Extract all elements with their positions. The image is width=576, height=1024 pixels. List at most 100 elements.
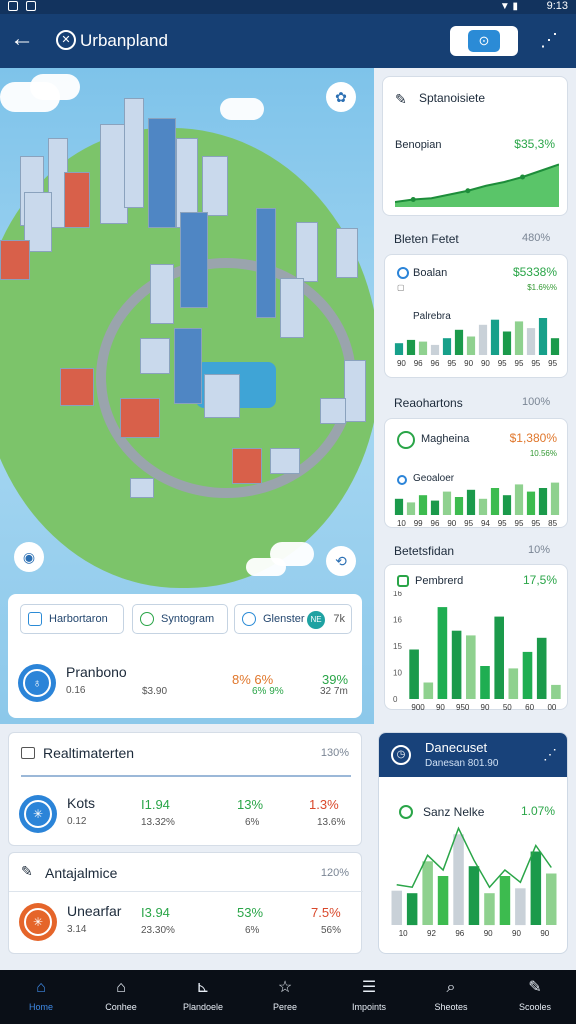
overview-card[interactable]: ✎ Sptanoisiete Benopian $35,3% — [382, 76, 568, 216]
chip-harbor[interactable]: Harbortaron — [20, 604, 124, 634]
building — [148, 118, 176, 228]
bar — [480, 666, 490, 699]
bar — [422, 861, 433, 925]
list-card-2[interactable]: ✎ Antajalmice 120% ✳ Unearfar 3.14 I3.94… — [8, 852, 363, 954]
metric-sub: 13.6% — [317, 817, 346, 828]
compass-icon[interactable]: ✿ — [326, 82, 356, 112]
chip-syntogram[interactable]: Syntogram — [132, 604, 228, 634]
building — [174, 328, 202, 404]
star-icon: ☆ — [277, 979, 293, 996]
promo-subtitle: Danesan 801.90 — [425, 758, 499, 769]
building — [296, 222, 318, 282]
list-card-1[interactable]: Realtimaterten 130% ✳ Kots 0.12 I1.94 13… — [8, 732, 362, 846]
info-icon — [397, 267, 409, 279]
x-tick-label: 00 — [547, 703, 556, 711]
bar — [423, 682, 434, 699]
nav-conhee[interactable]: ⌂ Conhee — [80, 970, 162, 1024]
bar-chart: 90 96 96 95 90 90 95 95 95 95 — [394, 318, 560, 367]
device-button[interactable]: ⊙ — [450, 26, 518, 56]
section-title: Reaohartons — [394, 396, 463, 410]
row-sub: 0.12 — [67, 816, 87, 827]
metric-label: Boalan — [413, 267, 448, 279]
x-tick-label: 95 — [531, 519, 540, 527]
nav-peree[interactable]: ☆ Peree — [244, 970, 326, 1024]
x-tick-label: 96 — [431, 359, 440, 367]
metric-label: Sanz Nelke — [423, 805, 485, 819]
nav-scooles[interactable]: ✎ Scooles — [494, 970, 576, 1024]
bar — [502, 331, 512, 355]
building — [60, 368, 94, 406]
cloud — [246, 558, 286, 576]
chip-label: Glenster — [263, 613, 305, 625]
x-tick-label: 95 — [498, 359, 507, 367]
bar — [406, 893, 418, 926]
nav-sheotes[interactable]: ⌕ Sheotes — [410, 970, 492, 1024]
data-point — [520, 174, 526, 180]
metric-sub: 23.30% — [141, 925, 175, 936]
status-bar: ▼ ▮ 9:13 — [0, 0, 576, 14]
bar — [490, 488, 500, 515]
promo-title: Danecuset — [425, 740, 488, 755]
row-sub: 3.14 — [67, 924, 87, 935]
map-icon — [28, 612, 42, 626]
bar — [430, 500, 440, 515]
clock: 9:13 — [546, 0, 568, 12]
divider — [21, 775, 351, 777]
y-tick-label: 0 — [393, 695, 398, 704]
map-overlay-panel: Harbortaron Syntogram Glenster NE 7k ♁ P… — [8, 594, 362, 718]
signal-icon: ▼ ▮ — [499, 1, 518, 12]
document-icon: ☰ — [361, 979, 377, 996]
summary-row[interactable]: ♁ Pranbono 0.16 8% 6% $3.90 6% 9% 39% 32… — [8, 656, 362, 712]
building — [204, 374, 240, 418]
wheel-icon: ✳ — [19, 903, 57, 941]
nav-impoints[interactable]: ☰ Impoints — [328, 970, 410, 1024]
app-bar: ← ✕ Urbanpland ⊙ ⋰ — [0, 14, 576, 68]
x-tick-label: 60 — [525, 703, 534, 711]
back-arrow-icon[interactable]: ← — [10, 26, 34, 52]
bell-icon — [21, 747, 35, 759]
bar — [437, 607, 448, 699]
bike-icon: ♁ — [18, 664, 56, 702]
area-fill — [395, 164, 559, 207]
edit-icon: ✎ — [528, 979, 542, 996]
metric-value: $5338% — [512, 265, 557, 279]
list-row[interactable]: ✳ Unearfar 3.14 I3.94 23.30% 53% 6% 7.5%… — [9, 895, 361, 951]
clock-icon — [140, 612, 154, 626]
building — [232, 448, 262, 484]
share-icon[interactable]: ⋰ — [540, 30, 558, 51]
nav-label: Home — [28, 1002, 53, 1012]
x-tick-label: 50 — [503, 703, 512, 711]
location-pin-icon[interactable]: ◉ — [14, 542, 44, 572]
target-icon — [242, 612, 256, 626]
chip-glenster[interactable]: Glenster NE 7k — [234, 604, 352, 634]
building — [130, 478, 154, 498]
share-icon[interactable]: ⋰ — [543, 746, 557, 763]
bar — [499, 876, 511, 925]
x-tick-label: 85 — [548, 519, 557, 527]
bar-chart: 10 99 96 90 95 94 95 95 95 85 — [394, 482, 560, 527]
metric-sub: 13.32% — [141, 817, 175, 828]
divider — [9, 891, 363, 892]
promo-card[interactable]: ◷ Danecuset Danesan 801.90 ⋰ Sanz Nelke … — [378, 732, 568, 954]
nav-label: Impoints — [351, 1002, 386, 1012]
metric-sub: $1.6%% — [527, 283, 557, 292]
route-icon[interactable]: ⟲ — [326, 546, 356, 576]
section-value: 10% — [528, 544, 551, 556]
section1-card[interactable]: Boalan $5338% $1.6%% Palrebra ▢ 90 96 96 95… — [384, 254, 568, 378]
metric-value: $35,3% — [514, 137, 555, 151]
bar — [536, 637, 547, 699]
bar-chart: 10 92 96 90 90 90 — [391, 826, 557, 937]
y-tick-label: 16 — [393, 616, 402, 625]
metric-sub: $3.90 — [142, 686, 168, 697]
section3-card[interactable]: Pembrerd 17,5% 0 10 15 16 16 900 90 950 90 50 60 00 — [384, 564, 568, 711]
bar — [514, 484, 524, 515]
list-title: Realtimaterten — [43, 745, 135, 761]
chart-icon: ⊾ — [196, 979, 210, 996]
x-tick-label: 95 — [515, 519, 524, 527]
metric-label: Benopian — [395, 139, 442, 151]
pencil-icon: ✎ — [21, 863, 33, 879]
section2-card[interactable]: Magheina $1,380% 10.56% Geoaloer 10 99 96 9… — [384, 418, 568, 528]
nav-plandoele[interactable]: ⊾ Plandoele — [162, 970, 244, 1024]
nav-home[interactable]: ⌂ Home — [0, 970, 82, 1024]
list-row[interactable]: ✳ Kots 0.12 I1.94 13.32% 13% 6% 1.3% 13.… — [9, 787, 361, 843]
